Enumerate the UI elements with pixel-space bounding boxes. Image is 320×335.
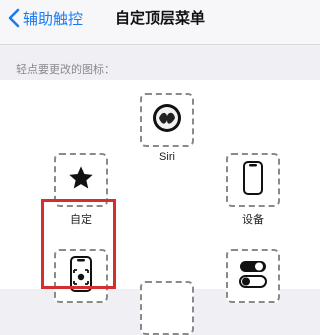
- slot-bottom-center-box: [140, 281, 194, 335]
- slot-siri-box: [140, 93, 194, 147]
- slot-siri-label: Siri: [159, 151, 175, 163]
- slot-controls[interactable]: [226, 249, 280, 303]
- slot-device[interactable]: 设备: [226, 153, 280, 226]
- selection-highlight: [41, 199, 116, 289]
- star-icon: [67, 164, 95, 197]
- siri-icon: [152, 103, 182, 138]
- slot-bottom-center[interactable]: [140, 281, 194, 335]
- navigation-bar: 辅助触控 自定顶层菜单: [0, 0, 320, 45]
- instruction-text: 轻点要更改的图标：: [16, 64, 115, 76]
- page-title: 自定顶层菜单: [114, 10, 205, 27]
- slot-device-label: 设备: [242, 214, 264, 226]
- slot-controls-box: [226, 249, 280, 303]
- slot-device-box: [226, 153, 280, 207]
- slot-siri[interactable]: Siri: [140, 93, 194, 163]
- device-icon: [243, 160, 263, 200]
